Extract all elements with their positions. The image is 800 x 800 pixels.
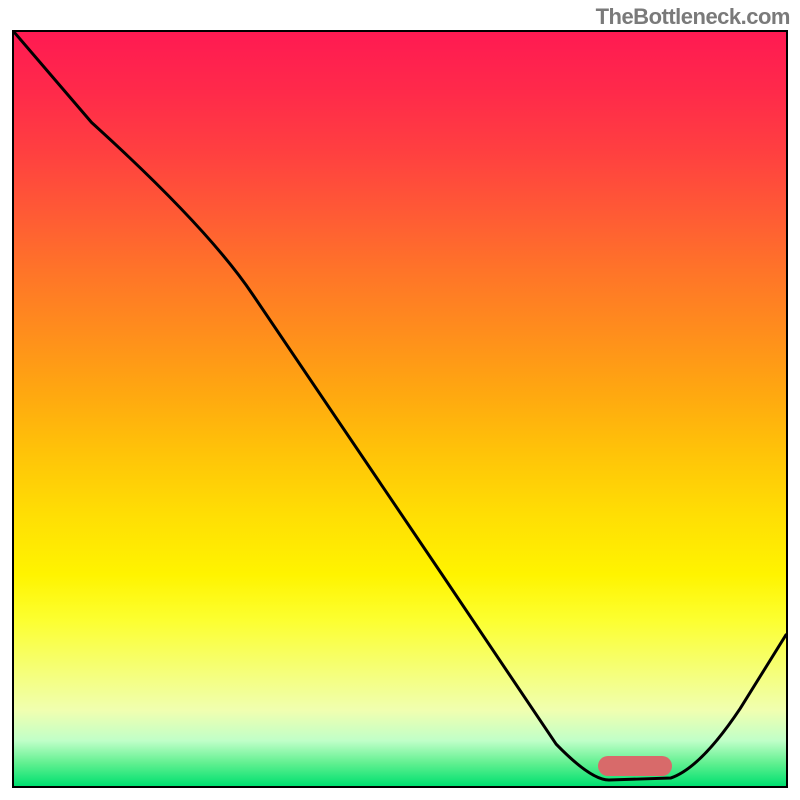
chart-plot-area xyxy=(12,30,788,788)
optimal-range-marker xyxy=(598,756,672,776)
attribution-text: TheBottleneck.com xyxy=(596,4,790,30)
bottleneck-curve xyxy=(14,32,786,786)
